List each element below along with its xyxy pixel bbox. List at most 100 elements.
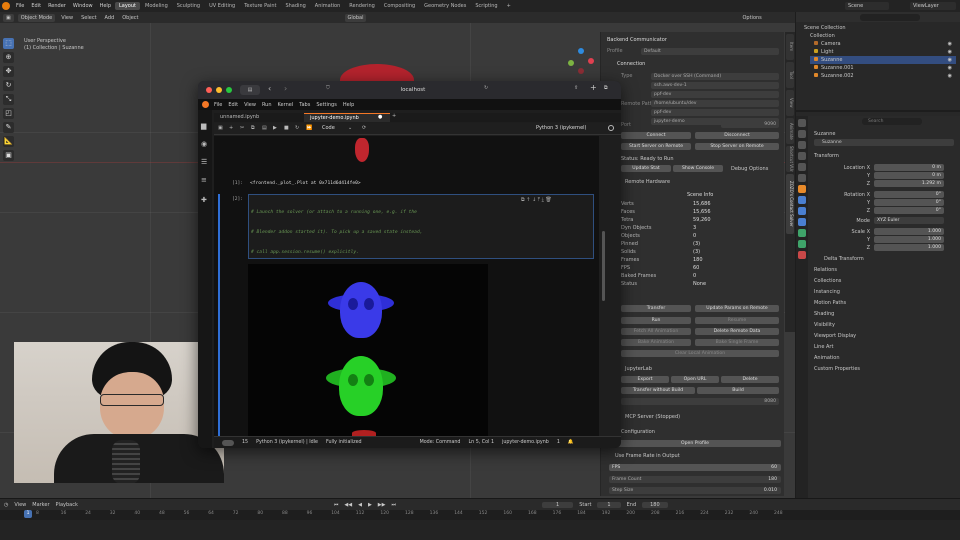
- menu-file[interactable]: File: [13, 3, 27, 9]
- port-field[interactable]: 9090: [721, 121, 779, 128]
- constraints-tab-icon[interactable]: [798, 229, 806, 237]
- user-field[interactable]: ppf-dev: [651, 91, 779, 98]
- start-frame-field[interactable]: 1: [597, 501, 621, 508]
- delete-cell-icon[interactable]: 🗑: [545, 197, 551, 203]
- insert-below-icon[interactable]: ⤓: [542, 197, 544, 203]
- navigation-gizmo[interactable]: [568, 48, 594, 74]
- location-z-field[interactable]: 1.292 m: [874, 180, 944, 187]
- cell-type-dropdown[interactable]: Code: [322, 125, 335, 131]
- minimize-window-icon[interactable]: [216, 87, 222, 93]
- outliner-scene-collection[interactable]: Scene Collection: [800, 24, 946, 32]
- workspace-tab-shading[interactable]: Shading: [281, 2, 309, 10]
- properties-section-header[interactable]: Visibility: [814, 321, 956, 329]
- stop-server-button[interactable]: Stop Server on Remote: [695, 143, 779, 150]
- jl-menu-kernel[interactable]: Kernel: [278, 102, 294, 108]
- menu-help[interactable]: Help: [97, 3, 114, 9]
- notification-bell-icon[interactable]: 🔔: [568, 440, 574, 445]
- properties-section-header[interactable]: Viewport Display: [814, 332, 956, 340]
- menu-window[interactable]: Window: [70, 3, 96, 9]
- address-bar[interactable]: localhost: [358, 85, 468, 95]
- build-button[interactable]: Build: [697, 387, 779, 394]
- use-frame-rate-checkbox[interactable]: Use Frame Rate in Output: [601, 452, 784, 460]
- move-tool-icon[interactable]: ✥: [3, 66, 14, 77]
- table-of-contents-icon[interactable]: ≡: [201, 176, 207, 184]
- play-icon[interactable]: ▶: [368, 502, 372, 508]
- output-tab-icon[interactable]: [798, 141, 806, 149]
- timeline-menu-marker[interactable]: Marker: [32, 502, 49, 508]
- play-reverse-icon[interactable]: ◀: [358, 502, 362, 508]
- notebook-area[interactable]: [1]: <frontend._plot_.Plot at 0x711d6d41…: [214, 136, 599, 436]
- jl-menu-tabs[interactable]: Tabs: [299, 102, 310, 108]
- mode-dropdown[interactable]: Object Mode: [17, 13, 56, 22]
- clear-local-animation-button[interactable]: Clear Local Animation: [621, 350, 779, 357]
- sidebar-tab-animate[interactable]: Animate: [786, 118, 794, 144]
- mcp-server-header[interactable]: MCP Server (Stopped): [601, 413, 784, 421]
- sidebar-tab-item[interactable]: Item: [786, 34, 794, 60]
- timeline-ruler[interactable]: 8 16 24 32 40 48 56 64 72 80 88 96 104 112 120 128 136 14…: [0, 510, 960, 520]
- viewport-menu-add[interactable]: Add: [103, 15, 117, 21]
- update-stat-button[interactable]: Update Stat: [621, 165, 671, 172]
- menu-edit[interactable]: Edit: [28, 3, 44, 9]
- workspace-tab-modeling[interactable]: Modeling: [141, 2, 172, 10]
- viewport-menu-view[interactable]: View: [59, 15, 75, 21]
- properties-section-header[interactable]: Shading: [814, 310, 956, 318]
- workspace-tab-texture-paint[interactable]: Texture Paint: [240, 2, 280, 10]
- outliner-item[interactable]: Suzanne ◉: [810, 56, 956, 64]
- paste-cell-icon[interactable]: ▤: [262, 125, 267, 131]
- select-box-tool-icon[interactable]: ⬚: [3, 38, 14, 49]
- connect-button[interactable]: Connect: [621, 132, 691, 139]
- type-dropdown[interactable]: Docker over SSH (Command): [651, 73, 779, 80]
- visibility-eye-icon[interactable]: ◉: [948, 56, 952, 64]
- copy-cell-icon[interactable]: ⧉: [251, 125, 255, 131]
- sidebar-tab-view[interactable]: View: [786, 90, 794, 116]
- jl-menu-settings[interactable]: Settings: [316, 102, 337, 108]
- sidebar-toggle-icon[interactable]: ▤: [240, 85, 260, 95]
- new-tab-icon[interactable]: +: [590, 83, 597, 92]
- outliner-item[interactable]: Suzanne.002 ◉: [810, 72, 956, 80]
- run-button[interactable]: Run: [621, 317, 691, 324]
- blender-logo-icon[interactable]: [2, 2, 10, 10]
- workspace-tab-animation[interactable]: Animation: [311, 2, 345, 10]
- zoom-window-icon[interactable]: [226, 87, 232, 93]
- annotate-tool-icon[interactable]: ✎: [3, 122, 14, 133]
- tab-unnamed-notebook[interactable]: unnamed.ipynb: [214, 113, 302, 122]
- object-name-field[interactable]: Suzanne: [814, 139, 954, 146]
- render-tab-icon[interactable]: [798, 130, 806, 138]
- object-tab-icon[interactable]: [798, 185, 806, 193]
- duplicate-cell-icon[interactable]: ⧉: [521, 197, 525, 203]
- transform-header[interactable]: Transform: [814, 152, 956, 160]
- move-cell-up-icon[interactable]: ↑: [526, 197, 530, 203]
- configuration-header[interactable]: Configuration: [601, 428, 784, 436]
- sidebar-tab-tool[interactable]: Tool: [786, 62, 794, 88]
- transform-tool-icon[interactable]: ◰: [3, 108, 14, 119]
- open-url-button[interactable]: Open URL: [671, 376, 719, 383]
- outliner-item[interactable]: Light ◉: [810, 48, 956, 56]
- visibility-eye-icon[interactable]: ◉: [948, 64, 952, 72]
- add-cube-tool-icon[interactable]: ▣: [3, 150, 14, 161]
- workspace-tab-layout[interactable]: Layout: [115, 2, 140, 10]
- playback-dropdown[interactable]: Playback: [56, 502, 78, 508]
- extensions-icon[interactable]: ✚: [201, 196, 207, 204]
- rotation-mode-dropdown[interactable]: XYZ Euler: [874, 217, 944, 224]
- delete-remote-data-button[interactable]: Delete Remote Data: [695, 328, 779, 335]
- scene-tab-icon[interactable]: [798, 163, 806, 171]
- modifier-tab-icon[interactable]: [798, 196, 806, 204]
- gizmo-y-axis-icon[interactable]: [568, 60, 574, 66]
- visibility-eye-icon[interactable]: ◉: [948, 40, 952, 48]
- sidebar-tab-shortcut[interactable]: Shortcut VUr: [786, 146, 794, 172]
- kernel-name[interactable]: Python 3 (ipykernel): [536, 125, 587, 131]
- jl-menu-view[interactable]: View: [244, 102, 256, 108]
- jupyter-port-field[interactable]: 8080: [621, 398, 779, 405]
- workspace-tab-uv-editing[interactable]: UV Editing: [205, 2, 239, 10]
- location-y-field[interactable]: 0 m: [874, 172, 944, 179]
- jl-menu-help[interactable]: Help: [343, 102, 354, 108]
- location-x-field[interactable]: 0 m: [874, 164, 944, 171]
- cell2-editor[interactable]: ⧉ ↑ ↓ ⤒ ⤓ 🗑 # Launch the solver (or atta…: [248, 194, 594, 354]
- end-frame-field[interactable]: 180: [642, 501, 668, 508]
- simple-mode-toggle[interactable]: [222, 439, 234, 446]
- status-notification-count[interactable]: 1: [557, 440, 560, 445]
- options-dropdown[interactable]: Options: [740, 15, 763, 21]
- outliner-item[interactable]: Suzanne.001 ◉: [810, 64, 956, 72]
- debug-options-toggle[interactable]: Debug Options: [725, 165, 783, 173]
- share-icon[interactable]: ⇪: [574, 85, 578, 91]
